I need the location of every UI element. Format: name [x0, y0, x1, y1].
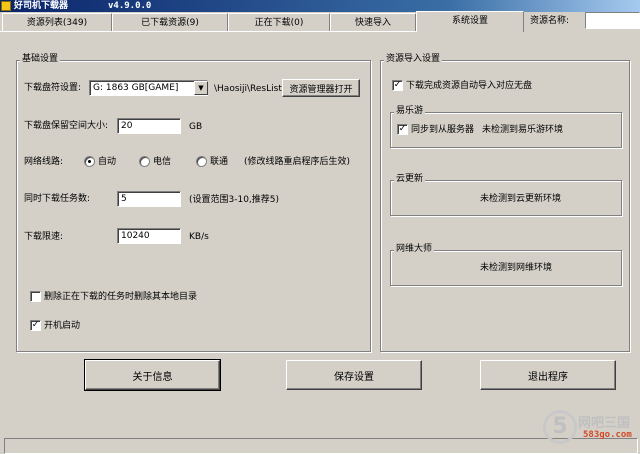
reserve-space-input[interactable]: 20	[117, 118, 181, 134]
reserve-space-unit: GB	[189, 122, 203, 132]
basic-settings-group	[16, 60, 371, 352]
delete-dir-label: 删除正在下载的任务时删除其本地目录	[44, 292, 198, 302]
tab-settings[interactable]: 系统设置	[416, 11, 524, 32]
line-telecom-radio[interactable]	[139, 156, 150, 167]
open-explorer-button[interactable]: 资源管理器打开	[282, 79, 360, 97]
wangwei-title: 网维大师	[394, 244, 435, 255]
delete-dir-checkbox[interactable]	[30, 291, 41, 302]
drive-label: 下载盘符设置:	[24, 83, 82, 93]
chevron-down-icon[interactable]: ▼	[194, 81, 208, 95]
line-label: 网络线路:	[24, 157, 64, 167]
drive-select[interactable]: G: 1863 GB[GAME]	[89, 80, 208, 96]
line-auto-label: 自动	[98, 157, 117, 167]
line-note: (修改线路重启程序后生效)	[244, 157, 351, 167]
reserve-space-label: 下载盘保留空间大小:	[24, 121, 109, 131]
watermark-text: 网吧三国	[578, 416, 631, 431]
watermark-logo: 5	[543, 410, 577, 444]
status-bar	[4, 438, 638, 454]
tab-downloading[interactable]: 正在下载(0)	[228, 13, 330, 32]
tasks-input[interactable]: 5	[117, 191, 181, 207]
watermark-url: 583go.com	[583, 430, 632, 440]
app-title: 好司机下载器	[14, 1, 69, 11]
path-text: \Haosiji\ResList	[214, 84, 282, 94]
startup-label: 开机启动	[44, 321, 81, 331]
speed-unit: KB/s	[189, 232, 209, 242]
search-label: 资源名称:	[530, 16, 570, 26]
sync-server-checkbox[interactable]: ✓	[397, 124, 408, 135]
tasks-note: (设置范围3-10,推荐5)	[189, 195, 280, 205]
import-settings-title: 资源导入设置	[384, 54, 443, 65]
title-bar: 好司机下载器 v4.9.0.0	[0, 0, 640, 12]
line-auto-radio[interactable]	[84, 156, 95, 167]
auto-import-label: 下载完成资源自动导入对应无盘	[406, 81, 533, 91]
startup-checkbox[interactable]: ✓	[30, 320, 41, 331]
line-unicom-label: 联通	[210, 157, 229, 167]
tab-quick-import[interactable]: 快速导入	[330, 13, 416, 32]
speed-label: 下载限速:	[24, 232, 64, 242]
yileyou-status: 未检测到易乐游环境	[482, 125, 564, 135]
yungengxin-title: 云更新	[394, 174, 426, 185]
tasks-label: 同时下载任务数:	[24, 194, 91, 204]
tab-resource-list[interactable]: 资源列表(349)	[2, 13, 112, 32]
tab-downloaded[interactable]: 已下载资源(9)	[112, 13, 228, 32]
app-icon	[1, 1, 11, 11]
save-button[interactable]: 保存设置	[286, 360, 422, 390]
search-input[interactable]	[585, 12, 640, 29]
yileyou-title: 易乐游	[394, 106, 426, 117]
speed-input[interactable]: 10240	[117, 228, 181, 244]
auto-import-checkbox[interactable]: ✓	[392, 80, 403, 91]
about-button[interactable]: 关于信息	[84, 359, 221, 391]
wangwei-status: 未检测到网维环境	[480, 263, 553, 273]
line-unicom-radio[interactable]	[196, 156, 207, 167]
yungengxin-status: 未检测到云更新环境	[480, 194, 562, 204]
drive-select-value: G: 1863 GB[GAME]	[93, 83, 179, 93]
exit-button[interactable]: 退出程序	[480, 360, 616, 390]
line-telecom-label: 电信	[153, 157, 172, 167]
app-version: v4.9.0.0	[108, 1, 152, 11]
sync-server-label: 同步到从服务器	[411, 125, 475, 135]
basic-settings-title: 基础设置	[20, 54, 61, 65]
